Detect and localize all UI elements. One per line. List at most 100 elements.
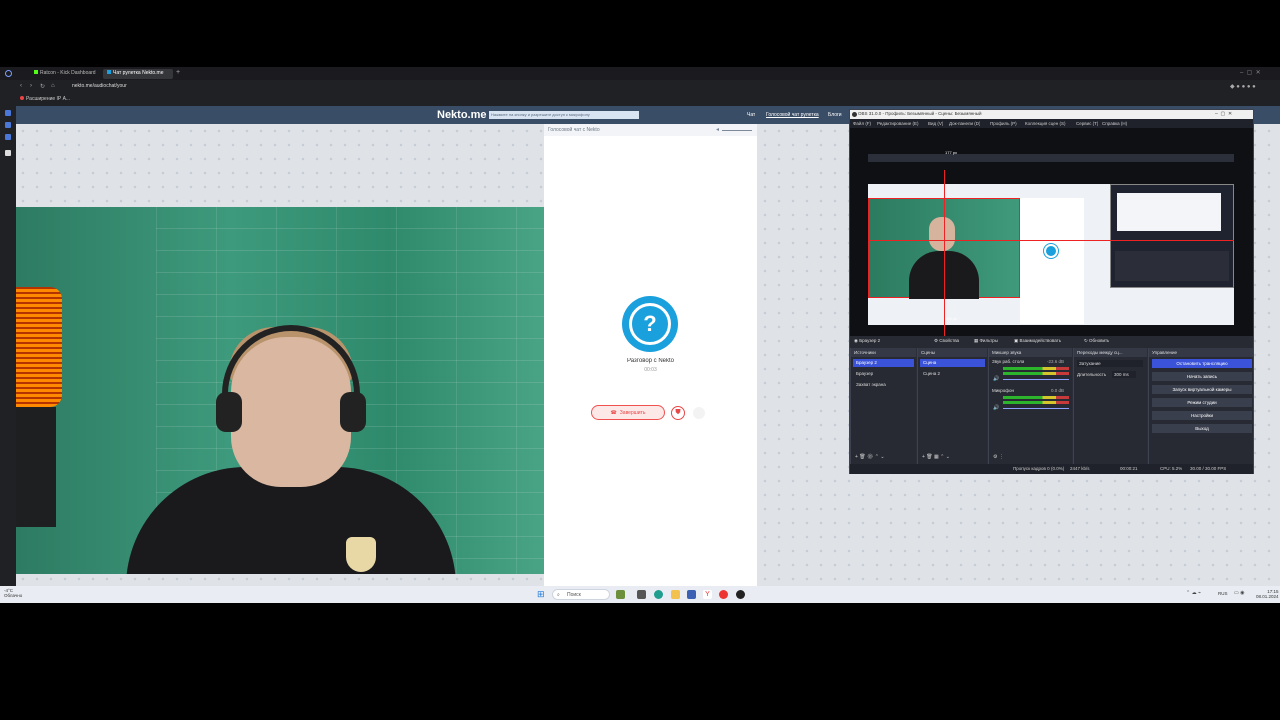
- mic-audio-slider[interactable]: [1003, 408, 1069, 409]
- reload-icon[interactable]: ↻: [40, 83, 45, 90]
- tab-nekto-chat[interactable]: Чат рулетка Nekto.me: [103, 69, 173, 79]
- alignment-guide-horizontal: [868, 240, 1234, 241]
- dropped-frames: Пропуск кадров 0 (0.0%): [1013, 466, 1065, 471]
- webcam-overlay: [16, 207, 549, 574]
- chat-title: Голосовой чат с Nekto: [548, 127, 600, 133]
- extra-action-button[interactable]: [693, 407, 705, 419]
- menu-help[interactable]: Справка (H): [1102, 121, 1127, 126]
- site-logo[interactable]: Nekto.me: [437, 109, 487, 121]
- menu-docks[interactable]: Док-панели (D): [949, 121, 980, 126]
- url-field[interactable]: nekto.me/audiochat/your: [72, 83, 127, 89]
- network-icon[interactable]: ▭ ◉: [1234, 590, 1244, 596]
- yandex-icon[interactable]: Y: [703, 590, 712, 599]
- file-explorer-icon[interactable]: [671, 590, 680, 599]
- transition-type-select[interactable]: Затухание: [1077, 360, 1143, 367]
- menu-file[interactable]: Файл (F): [853, 121, 871, 126]
- sources-add-remove-icons[interactable]: + 🗑 ⚙ ⌃ ⌄: [855, 454, 885, 460]
- desktop-audio-slider[interactable]: [1003, 379, 1069, 380]
- sidebar-app-icon[interactable]: [5, 110, 11, 116]
- settings-button[interactable]: Настройки: [1152, 411, 1252, 420]
- task-view-icon[interactable]: [637, 590, 646, 599]
- virtual-camera-button[interactable]: Запуск виртуальной камеры: [1152, 385, 1252, 394]
- obs-status-bar: Пропуск кадров 0 (0.0%) 2447 kb/s 00:00:…: [850, 464, 1253, 474]
- tab-kick-dashboard[interactable]: Ratcon - Kick Dashboard: [30, 69, 100, 79]
- stop-streaming-button[interactable]: Остановить трансляцию: [1152, 359, 1252, 368]
- extensions-icons[interactable]: ◆ ● ● ● ●: [1230, 83, 1256, 90]
- sidebar-app-icon[interactable]: [5, 150, 11, 156]
- lamp: [16, 287, 62, 407]
- obs-title-bar: OBS 31.0.0 - Профиль: Безымянный - Сцены…: [850, 110, 1253, 119]
- menu-tools[interactable]: Сервис (T): [1076, 121, 1098, 126]
- window-controls[interactable]: – ▢ ✕: [1240, 69, 1261, 76]
- phone-icon: ☎: [610, 409, 617, 416]
- obs-title: OBS 31.0.0 - Профиль: Безымянный - Сцены…: [858, 111, 982, 116]
- home-icon[interactable]: ⌂: [51, 83, 55, 89]
- start-recording-button[interactable]: Начать запись: [1152, 372, 1252, 381]
- browser-menu-icon[interactable]: [5, 70, 12, 77]
- widgets-icon[interactable]: [616, 590, 625, 599]
- store-icon[interactable]: [687, 590, 696, 599]
- desktop-audio-meter: [1003, 372, 1069, 375]
- mixer-settings-icon[interactable]: ⚙ ⋮: [993, 454, 1004, 460]
- back-icon[interactable]: ‹: [20, 83, 22, 89]
- system-clock[interactable]: 17:15 08.01.2024: [1256, 589, 1279, 599]
- obs-taskbar-icon[interactable]: [736, 590, 745, 599]
- headphone-cup-right: [340, 392, 366, 432]
- selected-source-label: ◉ Браузер 2: [854, 338, 881, 343]
- mixer-channel-db: -23.6 dB: [1047, 359, 1065, 364]
- cpu-usage: CPU: 5.2%: [1160, 466, 1183, 471]
- filters-button[interactable]: ▦ Фильтры: [974, 338, 998, 344]
- scene-item[interactable]: Сцена 2: [920, 370, 985, 378]
- nav-link-voice-chat[interactable]: Голосовой чат рулетка: [766, 112, 819, 118]
- refresh-button[interactable]: ↻ Обновить: [1084, 338, 1109, 344]
- bookmark-item[interactable]: Расширение IP А...: [20, 96, 70, 102]
- volume-slider[interactable]: [722, 130, 752, 131]
- tab-bar: Ratcon - Kick Dashboard Чат рулетка Nekt…: [0, 67, 1280, 80]
- end-call-button[interactable]: ☎ Завершить: [591, 405, 665, 420]
- menu-scene-collection[interactable]: Коллекция сцен (S): [1025, 121, 1066, 126]
- preview-top-px-label: 177 px: [945, 150, 958, 155]
- speaker-icon[interactable]: 🔊: [993, 376, 999, 382]
- menu-edit[interactable]: Редактирование (E): [877, 121, 919, 126]
- forward-icon[interactable]: ›: [30, 83, 32, 89]
- source-toolbar: ◉ Браузер 2 ⚙ Свойства ▦ Фильтры ▣ Взаим…: [850, 336, 1253, 348]
- obs-window-controls[interactable]: – ▢ ✕: [1215, 111, 1232, 117]
- preview-canvas: [868, 170, 1234, 342]
- volume-icon[interactable]: ◂: [716, 126, 719, 133]
- menu-view[interactable]: Вид (V): [928, 121, 943, 126]
- exit-button[interactable]: Выход: [1152, 424, 1252, 433]
- input-language[interactable]: RUS: [1218, 591, 1228, 596]
- voice-chat-panel: Голосовой чат с Nekto ◂ ? Разговор с Nek…: [544, 124, 757, 586]
- duration-input[interactable]: 300 ms: [1112, 371, 1136, 378]
- bitrate: 2447 kb/s: [1070, 466, 1090, 471]
- nav-link-chat[interactable]: Чат: [747, 112, 755, 118]
- fps: 30.00 / 30.00 FPS: [1190, 466, 1227, 471]
- report-shield-icon[interactable]: ⛊: [671, 406, 685, 420]
- sidebar-app-icon[interactable]: [5, 134, 11, 140]
- interact-button[interactable]: ▣ Взаимодействовать: [1014, 338, 1061, 344]
- source-item[interactable]: Браузер 2: [853, 359, 914, 367]
- source-item[interactable]: Браузер: [853, 370, 914, 378]
- bookmark-icon: [20, 96, 24, 100]
- source-item[interactable]: Захват экрана: [853, 381, 914, 389]
- edge-icon[interactable]: [654, 590, 663, 599]
- properties-button[interactable]: ⚙ Свойства: [934, 338, 959, 344]
- tray-icons[interactable]: ⌃ ☁ ⌁: [1186, 590, 1201, 596]
- chat-header: Голосовой чат с Nekto ◂: [544, 124, 757, 136]
- scenes-add-remove-icons[interactable]: + 🗑 ▦ ⌃ ⌄: [922, 454, 950, 460]
- weather-widget[interactable]: -4°C Облачно: [4, 588, 22, 598]
- sidebar-app-icon[interactable]: [5, 122, 11, 128]
- obs-preview[interactable]: 177 px 580 px 0% По размеру окна: [850, 128, 1253, 349]
- scenes-dock: Сцены Сцена Сцена 2 + 🗑 ▦ ⌃ ⌄: [917, 348, 987, 464]
- studio-mode-button[interactable]: Режим студии: [1152, 398, 1252, 407]
- nav-link-blogs[interactable]: Блоги: [828, 112, 842, 118]
- new-tab-button[interactable]: +: [176, 69, 180, 76]
- mixer-channel-label: Микрофон: [992, 388, 1014, 393]
- windows-start-icon[interactable]: ⊞: [537, 590, 546, 599]
- menu-profile[interactable]: Профиль (P): [990, 121, 1017, 126]
- opera-icon[interactable]: [719, 590, 728, 599]
- weather-condition: Облачно: [4, 593, 23, 598]
- scene-item[interactable]: Сцена: [920, 359, 985, 367]
- mic-speaker-icon[interactable]: 🔊: [993, 405, 999, 411]
- taskbar-search[interactable]: ⌕ Поиск: [552, 589, 610, 600]
